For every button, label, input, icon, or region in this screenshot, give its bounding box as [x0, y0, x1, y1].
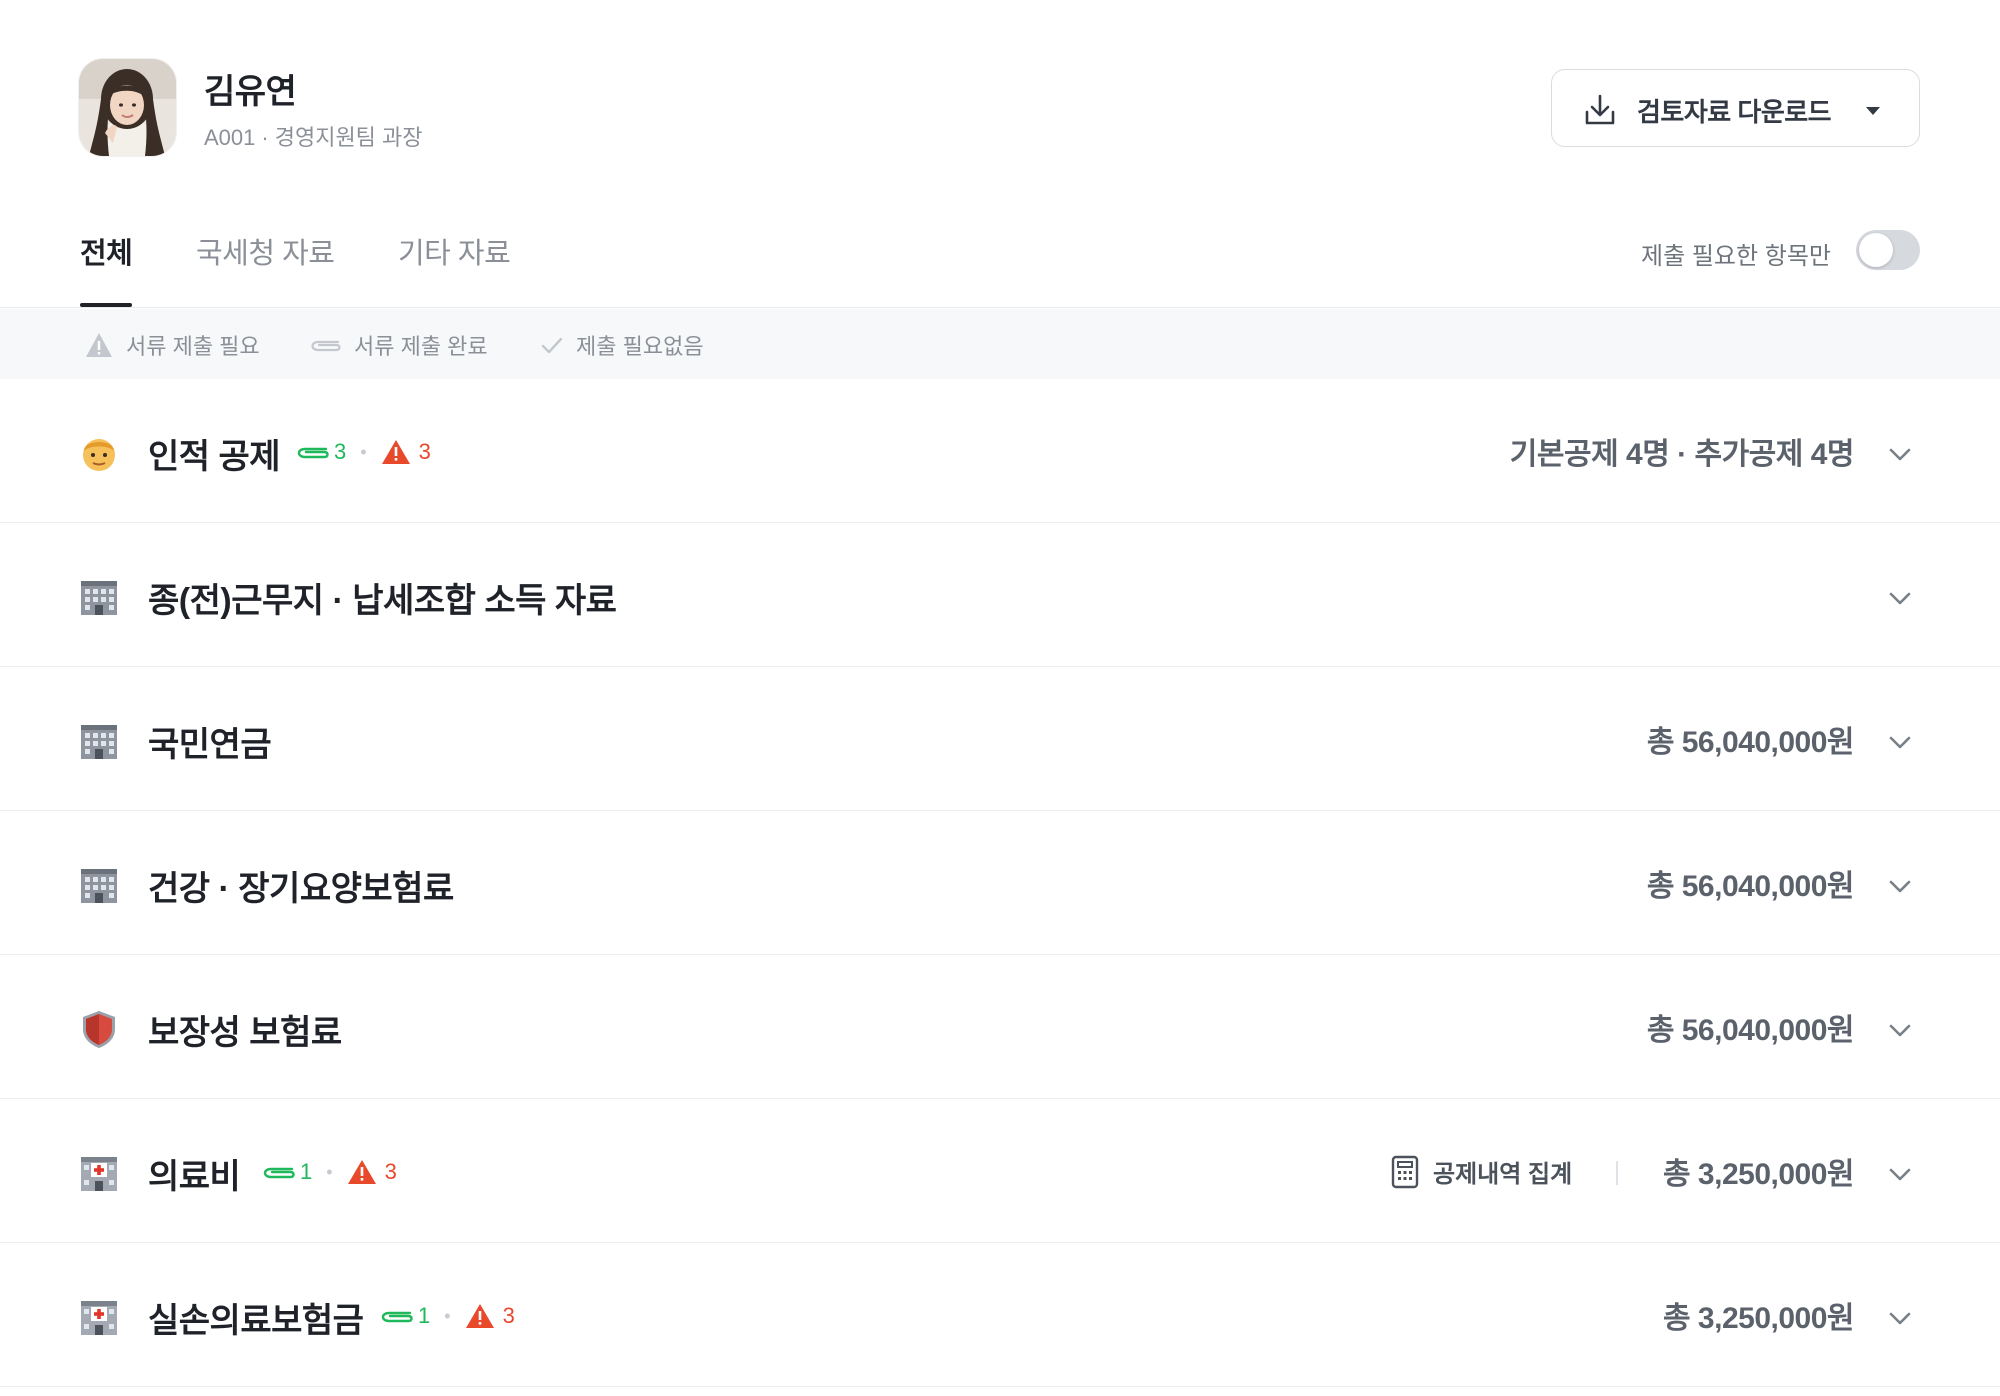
filter-toggle-label: 제출 필요한 항목만 — [1641, 243, 1831, 270]
attachment-count: 1 — [380, 1303, 430, 1329]
paperclip-icon — [297, 447, 329, 459]
warning-count: 3 — [347, 1159, 397, 1185]
warning-count: 3 — [381, 439, 431, 465]
attachment-count-value: 3 — [334, 439, 347, 464]
attachment-count: 3 — [296, 439, 346, 465]
deduction-row-protection-insurance[interactable]: 보장성 보험료 총 56,040,000원 — [0, 955, 2000, 1099]
warning-icon — [381, 440, 410, 464]
warning-count-value: 3 — [418, 439, 431, 464]
warning-count: 3 — [465, 1303, 515, 1329]
legend-label: 제출 필요없음 — [576, 334, 704, 359]
toggle-knob — [1859, 233, 1893, 267]
download-label: 검토자료 다운로드 — [1637, 97, 1832, 127]
tab-bar: 전체 국세청 자료 기타 자료 제출 필요한 항목만 — [0, 222, 2000, 308]
office-building-icon — [81, 581, 117, 615]
chevron-down-icon[interactable] — [1887, 1305, 1913, 1331]
deduction-row-personal[interactable]: 인적 공제 3 • 3 기본공제 4명 · 추가공제 4명 — [0, 379, 2000, 523]
active-tab-indicator — [80, 303, 132, 307]
row-title: 국민연금 — [148, 726, 272, 764]
chevron-down-icon[interactable] — [1887, 1161, 1913, 1187]
caret-down-icon — [1866, 107, 1880, 115]
employee-id: A001 — [204, 125, 256, 150]
row-badges: 3 • 3 — [296, 439, 431, 465]
badge-separator: • — [326, 1161, 333, 1182]
tab-nts-data[interactable]: 국세청 자료 — [196, 230, 335, 272]
row-title: 의료비 — [148, 1158, 241, 1196]
row-summary: 총 3,250,000원 — [1663, 1158, 1855, 1191]
warning-count-value: 3 — [384, 1159, 397, 1184]
status-legend: 서류 제출 필요 서류 제출 완료 제출 필요없음 — [0, 309, 2000, 379]
row-summary: 총 56,040,000원 — [1646, 870, 1855, 903]
chevron-down-icon[interactable] — [1887, 441, 1913, 467]
chevron-down-icon[interactable] — [1887, 1017, 1913, 1043]
row-title: 보장성 보험료 — [148, 1014, 342, 1052]
deduction-row-health-insurance[interactable]: 건강 · 장기요양보험료 총 56,040,000원 — [0, 811, 2000, 955]
calc-label: 공제내역 집계 — [1433, 1161, 1573, 1188]
attachment-count-value: 1 — [300, 1159, 313, 1184]
deduction-summary-button[interactable]: 공제내역 집계 — [1391, 1154, 1572, 1189]
tab-other-data[interactable]: 기타 자료 — [398, 230, 511, 272]
deduction-row-indemnity-insurance[interactable]: 실손의료보험금 1 • 3 총 3,250,000원 — [0, 1243, 2000, 1387]
row-summary: 기본공제 4명 · 추가공제 4명 — [1509, 438, 1855, 471]
row-summary: 총 3,250,000원 — [1663, 1302, 1855, 1335]
hospital-icon — [81, 1157, 117, 1191]
hospital-icon — [81, 1301, 117, 1335]
warning-icon — [465, 1304, 494, 1328]
avatar — [79, 59, 176, 156]
divider — [1616, 1161, 1618, 1185]
person-emoji-icon — [83, 439, 115, 471]
paperclip-icon — [263, 1167, 295, 1179]
download-review-button[interactable]: 검토자료 다운로드 — [1551, 69, 1920, 147]
row-title: 종(전)근무지 · 납세조합 소득 자료 — [148, 582, 617, 620]
row-summary: 총 56,040,000원 — [1646, 726, 1855, 759]
paperclip-icon — [381, 1311, 413, 1323]
paperclip-icon — [311, 340, 341, 352]
filter-toggle[interactable] — [1856, 230, 1920, 270]
profile-header: 김유연 A001 · 경영지원팀 과장 검토자료 다운로드 — [0, 0, 2000, 200]
row-badges: 1 • 3 — [262, 1159, 397, 1185]
deduction-row-medical-expenses[interactable]: 의료비 1 • 3 공제내역 집계 총 3,250,000원 — [0, 1099, 2000, 1243]
department-title: 경영지원팀 과장 — [274, 125, 423, 150]
check-icon — [541, 337, 563, 354]
legend-item-submitted: 서류 제출 완료 — [310, 329, 488, 361]
shield-icon — [83, 1011, 115, 1048]
user-name: 김유연 — [204, 73, 297, 111]
download-icon — [1585, 94, 1615, 125]
deduction-row-national-pension[interactable]: 국민연금 총 56,040,000원 — [0, 667, 2000, 811]
legend-label: 서류 제출 완료 — [354, 334, 488, 359]
warning-count-value: 3 — [502, 1303, 515, 1328]
row-badges: 1 • 3 — [380, 1303, 515, 1329]
tab-all[interactable]: 전체 — [80, 230, 133, 272]
row-summary: 총 56,040,000원 — [1646, 1014, 1855, 1047]
deduction-row-previous-employer[interactable]: 종(전)근무지 · 납세조합 소득 자료 — [0, 523, 2000, 667]
attachment-count-value: 1 — [418, 1303, 431, 1328]
calculator-icon — [1391, 1155, 1419, 1188]
chevron-down-icon[interactable] — [1887, 585, 1913, 611]
warning-icon — [86, 333, 112, 357]
separator: · — [261, 125, 269, 150]
warning-icon — [347, 1160, 376, 1184]
attachment-count: 1 — [262, 1159, 312, 1185]
office-building-icon — [81, 725, 117, 759]
row-title: 건강 · 장기요양보험료 — [148, 870, 454, 908]
chevron-down-icon[interactable] — [1887, 729, 1913, 755]
chevron-down-icon[interactable] — [1887, 873, 1913, 899]
legend-label: 서류 제출 필요 — [126, 334, 260, 359]
row-title: 실손의료보험금 — [148, 1302, 364, 1340]
badge-separator: • — [444, 1305, 451, 1326]
legend-item-not-needed: 제출 필요없음 — [540, 329, 704, 361]
badge-separator: • — [360, 441, 367, 462]
row-title: 인적 공제 — [148, 438, 281, 476]
legend-item-required: 서류 제출 필요 — [84, 329, 260, 361]
user-subtitle: A001 · 경영지원팀 과장 — [204, 120, 423, 152]
office-building-icon — [81, 869, 117, 903]
